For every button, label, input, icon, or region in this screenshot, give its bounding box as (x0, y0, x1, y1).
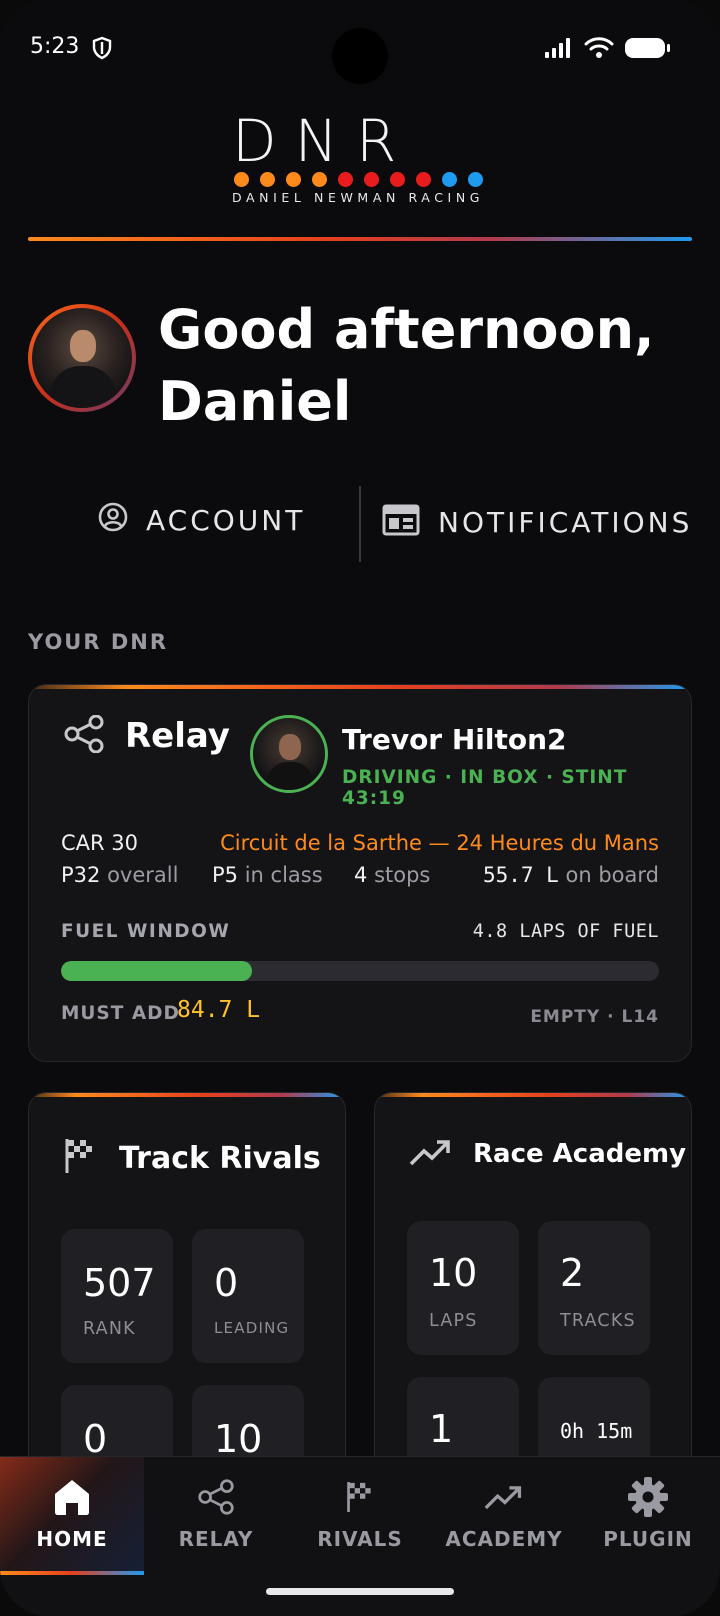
logo-dot (260, 172, 275, 187)
logo-dot (234, 172, 249, 187)
shield-icon (92, 36, 112, 64)
track-name: Circuit de la Sarthe — 24 Heures du Mans (220, 831, 659, 855)
user-avatar[interactable] (28, 304, 136, 412)
header-divider (28, 237, 692, 241)
share-icon (197, 1475, 235, 1519)
track-rivals-title: Track Rivals (119, 1140, 321, 1176)
account-button[interactable]: ACCOUNT (98, 502, 305, 539)
quick-actions: ACCOUNT NOTIFICATIONS (0, 484, 720, 564)
must-add-label: MUST ADD (61, 1003, 180, 1024)
rivals-rank-label: RANK (83, 1319, 136, 1339)
rivals-leading-value: 0 (214, 1261, 239, 1305)
wifi-icon (584, 36, 614, 64)
driver-name: Trevor Hilton2 (342, 723, 567, 756)
rivals-leading-label: LEADING (214, 1319, 290, 1337)
trending-up-icon (484, 1475, 524, 1519)
logo-dot (312, 172, 327, 187)
logo-subtitle: DANIEL NEWMAN RACING (232, 190, 485, 205)
account-circle-icon (98, 502, 128, 539)
overall-position: P32 overall (61, 863, 179, 887)
logo-dot (390, 172, 405, 187)
logo-dot (468, 172, 483, 187)
driver-avatar (250, 715, 328, 793)
fuel-window-label: FUEL WINDOW (61, 921, 231, 942)
camera-cutout (332, 28, 388, 84)
relay-title: Relay (125, 716, 230, 756)
nav-plugin-label: PLUGIN (603, 1527, 693, 1551)
nav-relay[interactable]: RELAY (144, 1457, 288, 1575)
fuel-laps: 4.8 LAPS OF FUEL (472, 921, 659, 942)
driver-status: DRIVING · IN BOX · STINT 43:19 (342, 767, 628, 809)
rivals-tile-leading: 0 LEADING (192, 1229, 304, 1363)
relay-card[interactable]: Relay Trevor Hilton2 DRIVING · IN BOX · … (28, 684, 692, 1062)
section-label: YOUR DNR (28, 630, 169, 654)
trending-up-icon (409, 1137, 453, 1171)
class-position: P5 in class (212, 863, 323, 887)
logo-dot (286, 172, 301, 187)
greeting: Good afternoon, Daniel (158, 294, 655, 438)
logo-dot (416, 172, 431, 187)
dnr-logo: DNR DANIEL NEWMAN RACING (232, 107, 488, 205)
share-icon (63, 714, 105, 757)
logo-dot (442, 172, 457, 187)
academy-tracks-value: 2 (560, 1251, 585, 1295)
calendar-icon (382, 502, 420, 543)
race-academy-title: Race Academy (473, 1139, 687, 1169)
nav-rivals-label: RIVALS (317, 1527, 403, 1551)
notifications-label: NOTIFICATIONS (438, 506, 693, 539)
car-number: CAR 30 (61, 831, 139, 855)
rivals-tile-rank: 507 RANK (61, 1229, 173, 1363)
nav-home-label: HOME (36, 1527, 108, 1551)
logo-dot (364, 172, 379, 187)
greeting-line-1: Good afternoon, (158, 298, 655, 361)
fuel-progress-bar (61, 961, 659, 981)
track-rivals-header: Track Rivals (63, 1137, 321, 1179)
nav-home[interactable]: HOME (0, 1457, 144, 1575)
app-screen: 5:23 DNR DANIEL NEWMAN RACING Good after… (0, 0, 720, 1616)
greeting-name: Daniel (158, 370, 352, 433)
track-rivals-card[interactable]: Track Rivals 507 RANK 0 LEADING 0 10 (28, 1092, 346, 1492)
academy-tile-3-value: 1 (429, 1407, 454, 1451)
logo-dot (338, 172, 353, 187)
nav-plugin[interactable]: PLUGIN (576, 1457, 720, 1575)
checkered-flag-icon (63, 1137, 97, 1179)
relay-card-header: Relay (63, 714, 230, 757)
nav-academy-label: ACADEMY (445, 1527, 563, 1551)
signal-icon (544, 37, 574, 63)
race-academy-card[interactable]: Race Academy 10 LAPS 2 TRACKS 1 0h 15m (374, 1092, 692, 1492)
fuel-progress-fill (61, 961, 253, 981)
nav-academy[interactable]: ACADEMY (432, 1457, 576, 1575)
battery-icon (624, 36, 672, 64)
pit-stops: 4 stops (354, 863, 431, 887)
academy-tracks-label: TRACKS (560, 1311, 636, 1331)
nav-relay-label: RELAY (178, 1527, 254, 1551)
nav-rivals[interactable]: RIVALS (288, 1457, 432, 1575)
home-indicator[interactable] (266, 1588, 454, 1595)
account-label: ACCOUNT (146, 504, 306, 537)
rivals-rank-value: 507 (83, 1261, 156, 1305)
race-academy-header: Race Academy (409, 1137, 686, 1171)
academy-laps-value: 10 (429, 1251, 478, 1295)
home-icon (51, 1475, 93, 1519)
status-time: 5:23 (30, 34, 80, 59)
gear-icon (627, 1475, 669, 1519)
status-bar: 5:23 (0, 0, 720, 96)
logo-text: DNR (232, 107, 415, 175)
academy-tile-tracks: 2 TRACKS (538, 1221, 650, 1355)
rivals-tile-4-value: 10 (214, 1417, 263, 1461)
notifications-button[interactable]: NOTIFICATIONS (382, 502, 692, 543)
must-add-value: 84.7 L (177, 997, 261, 1023)
rivals-tile-3-value: 0 (83, 1417, 108, 1461)
empty-lap-label: EMPTY · L14 (530, 1007, 659, 1027)
fuel-on-board: 55.7 L on board (482, 863, 659, 887)
actions-separator (359, 486, 361, 562)
academy-laps-label: LAPS (429, 1311, 478, 1331)
academy-tile-laps: 10 LAPS (407, 1221, 519, 1355)
checkered-flag-icon (345, 1475, 375, 1519)
academy-tile-4-value: 0h 15m (560, 1419, 633, 1443)
